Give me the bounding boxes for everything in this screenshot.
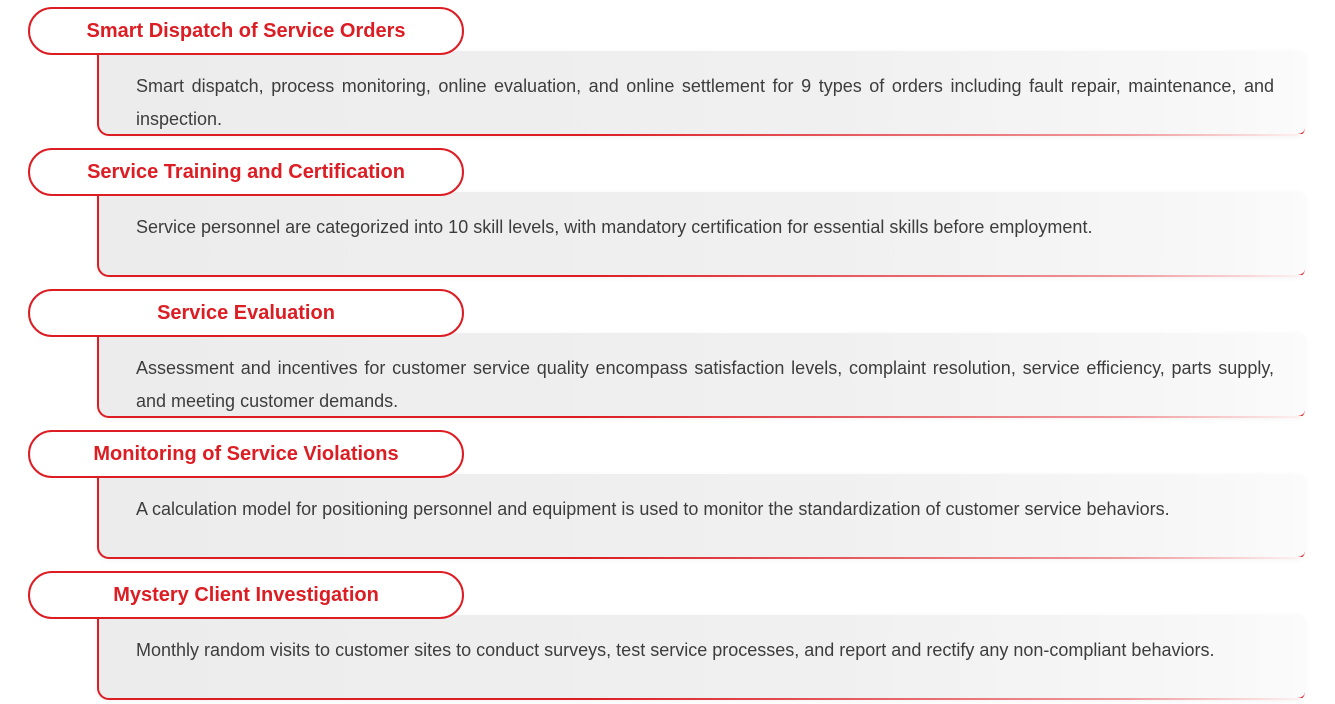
feature-title-pill: Service Evaluation (28, 289, 464, 337)
feature-description: Monthly random visits to customer sites … (136, 640, 1215, 660)
feature-title-pill: Mystery Client Investigation (28, 571, 464, 619)
feature-title: Service Evaluation (157, 301, 335, 324)
feature-description: A calculation model for positioning pers… (136, 499, 1170, 519)
feature-title-pill: Monitoring of Service Violations (28, 430, 464, 478)
feature-description-box: Service personnel are categorized into 1… (97, 192, 1305, 277)
feature-description-box: Monthly random visits to customer sites … (97, 615, 1305, 700)
feature-description: Assessment and incentives for customer s… (136, 358, 1274, 411)
feature-title: Mystery Client Investigation (113, 583, 379, 606)
feature-description-box: A calculation model for positioning pers… (97, 474, 1305, 559)
feature-item-violation-monitoring: Monitoring of Service Violations A calcu… (0, 430, 1335, 563)
feature-description-box: Smart dispatch, process monitoring, onli… (97, 51, 1305, 136)
feature-title: Service Training and Certification (87, 160, 405, 183)
feature-description-box: Assessment and incentives for customer s… (97, 333, 1305, 418)
service-feature-list: Smart Dispatch of Service Orders Smart d… (0, 0, 1335, 701)
feature-item-service-evaluation: Service Evaluation Assessment and incent… (0, 289, 1335, 422)
feature-title-pill: Service Training and Certification (28, 148, 464, 196)
feature-item-training-certification: Service Training and Certification Servi… (0, 148, 1335, 281)
feature-title: Monitoring of Service Violations (93, 442, 399, 465)
feature-title: Smart Dispatch of Service Orders (86, 19, 406, 42)
feature-description: Smart dispatch, process monitoring, onli… (136, 76, 1274, 129)
feature-description: Service personnel are categorized into 1… (136, 217, 1093, 237)
feature-item-smart-dispatch: Smart Dispatch of Service Orders Smart d… (0, 7, 1335, 140)
feature-item-mystery-client: Mystery Client Investigation Monthly ran… (0, 571, 1335, 704)
feature-title-pill: Smart Dispatch of Service Orders (28, 7, 464, 55)
